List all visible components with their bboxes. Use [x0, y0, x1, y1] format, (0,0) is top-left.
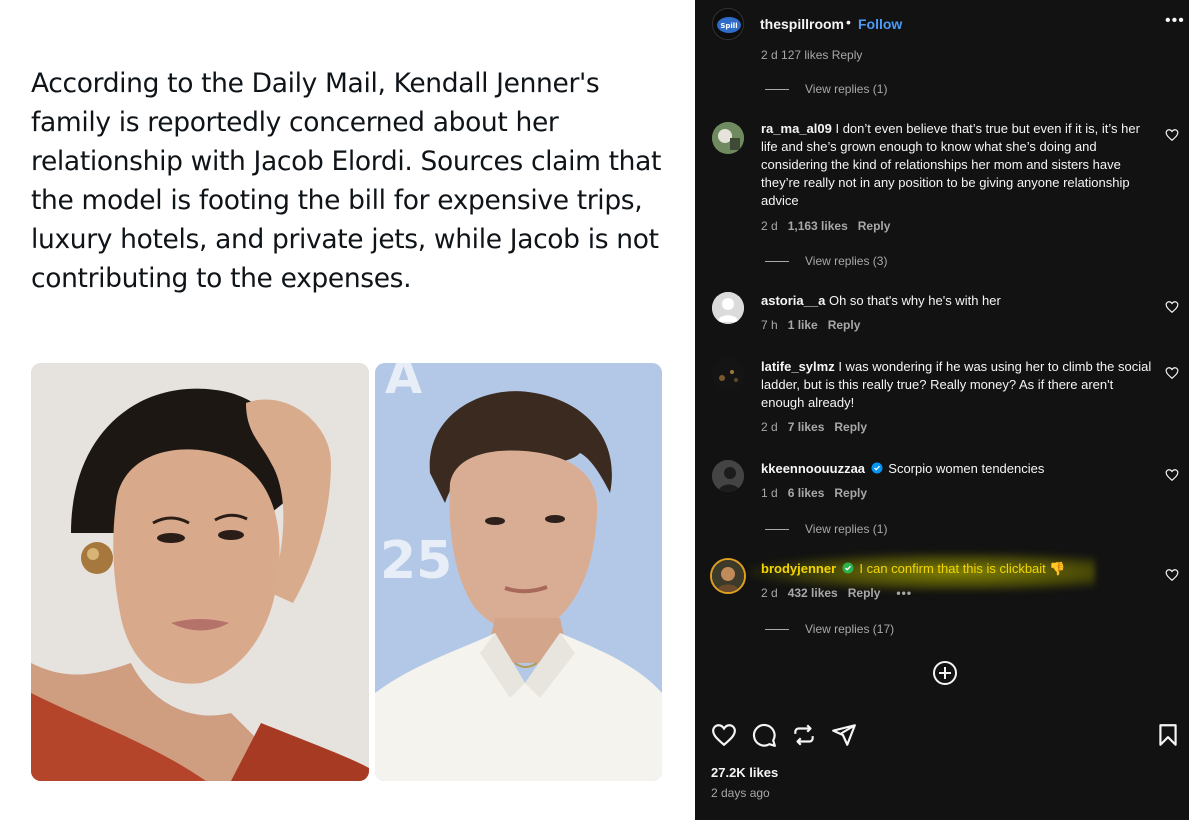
comment-likes[interactable]: 1,163 likes [788, 219, 848, 233]
avatar[interactable] [712, 122, 744, 154]
verified-badge-icon [842, 562, 854, 574]
avatar[interactable] [712, 292, 744, 324]
account-username[interactable]: thespillroom [760, 16, 844, 32]
comment-text: latife_sylmz I was wondering if he was u… [761, 358, 1153, 412]
view-replies-button[interactable]: View replies (17) [765, 622, 894, 636]
reply-button[interactable]: Reply [848, 586, 881, 600]
comment-text: astoria__a Oh so that's why he's with he… [761, 292, 1153, 310]
view-replies-button[interactable]: View replies (1) [765, 522, 887, 536]
view-replies-label: View replies (3) [805, 254, 888, 268]
comment-username[interactable]: kkeennoouuzzaa [761, 461, 865, 476]
comment-body: I can confirm that this is clickbait 👎 [859, 561, 1066, 576]
photo-kendall [31, 363, 369, 781]
view-replies-label: View replies (17) [805, 622, 895, 636]
truncated-comment-meta: 2 d 127 likes Reply [761, 48, 863, 62]
svg-text:Spill: Spill [720, 22, 737, 30]
comment-icon[interactable] [751, 722, 777, 748]
post-date: 2 days ago [711, 786, 770, 800]
follow-button[interactable]: Follow [858, 16, 902, 32]
svg-text:A: A [385, 363, 422, 405]
comment-meta: 7 h 1 like Reply [761, 318, 860, 332]
share-icon[interactable] [831, 722, 857, 748]
heart-icon[interactable] [1165, 128, 1179, 142]
separator-dot: • [846, 14, 851, 30]
comment-meta: 2 d 7 likes Reply [761, 420, 867, 434]
comment-meta: 2 d 1,163 likes Reply [761, 219, 890, 233]
repost-icon[interactable] [791, 722, 817, 748]
view-replies-button[interactable]: View replies (1) [765, 82, 887, 96]
heart-icon[interactable] [1165, 568, 1179, 582]
comment-meta: 2 d 432 likes Reply ••• [761, 586, 912, 600]
like-heart-icon[interactable] [711, 722, 737, 748]
avatar[interactable] [712, 460, 744, 492]
heart-icon[interactable] [1165, 366, 1179, 380]
avatar[interactable] [710, 558, 746, 594]
comment-meta: 1 d 6 likes Reply [761, 486, 867, 500]
load-more-comments-icon[interactable] [932, 660, 958, 686]
comment-likes[interactable]: 1 like [788, 318, 818, 332]
tweet-text: According to the Daily Mail, Kendall Jen… [31, 68, 662, 294]
comment-text: brodyjenner I can confirm that this is c… [761, 560, 1153, 578]
comment-likes[interactable]: 6 likes [788, 486, 825, 500]
comment-text: kkeennoouuzzaa Scorpio women tendencies [761, 460, 1153, 478]
more-options-icon[interactable]: ••• [1165, 12, 1185, 30]
comment-time: 2 d [761, 586, 778, 600]
comment-username[interactable]: brodyjenner [761, 561, 836, 576]
reply-button[interactable]: Reply [828, 318, 861, 332]
photo-jacob: A 25 [375, 363, 662, 781]
tweet-panel: According to the Daily Mail, Kendall Jen… [0, 0, 695, 820]
comment-body: Scorpio women tendencies [888, 461, 1045, 476]
reply-button[interactable]: Reply [834, 420, 867, 434]
avatar[interactable] [712, 358, 744, 390]
comment-time: 7 h [761, 318, 778, 332]
post-header: Spill thespillroom • Follow ••• [695, 0, 1189, 48]
comment-more-options-icon[interactable]: ••• [896, 586, 912, 600]
post-actions [695, 720, 1189, 754]
heart-icon[interactable] [1165, 300, 1179, 314]
replies-divider [765, 260, 789, 262]
account-avatar[interactable]: Spill [712, 8, 744, 40]
comment-likes[interactable]: 432 likes [788, 586, 838, 600]
instagram-panel: Spill thespillroom • Follow ••• 2 d 127 … [695, 0, 1189, 820]
svg-text:25: 25 [380, 531, 452, 591]
comment-time: 2 d [761, 420, 778, 434]
comment-body: Oh so that's why he's with her [828, 293, 1001, 308]
comment-username[interactable]: latife_sylmz [761, 359, 835, 374]
verified-badge-icon [871, 462, 883, 474]
comment-username[interactable]: ra_ma_al09 [761, 121, 832, 136]
comment-text: ra_ma_al09 I don’t even believe that’s t… [761, 120, 1153, 210]
comment-username[interactable]: astoria__a [761, 293, 825, 308]
comment-likes[interactable]: 7 likes [788, 420, 825, 434]
view-replies-button[interactable]: View replies (3) [765, 254, 887, 268]
post-likes-count[interactable]: 27.2K likes [711, 765, 778, 780]
heart-icon[interactable] [1165, 468, 1179, 482]
reply-button[interactable]: Reply [858, 219, 891, 233]
reply-button[interactable]: Reply [834, 486, 867, 500]
bookmark-icon[interactable] [1155, 722, 1181, 748]
view-replies-label: View replies (1) [805, 522, 888, 536]
replies-divider [765, 628, 789, 630]
comment-time: 1 d [761, 486, 778, 500]
view-replies-label: View replies (1) [805, 82, 888, 96]
replies-divider [765, 88, 789, 90]
replies-divider [765, 528, 789, 530]
comment-time: 2 d [761, 219, 778, 233]
